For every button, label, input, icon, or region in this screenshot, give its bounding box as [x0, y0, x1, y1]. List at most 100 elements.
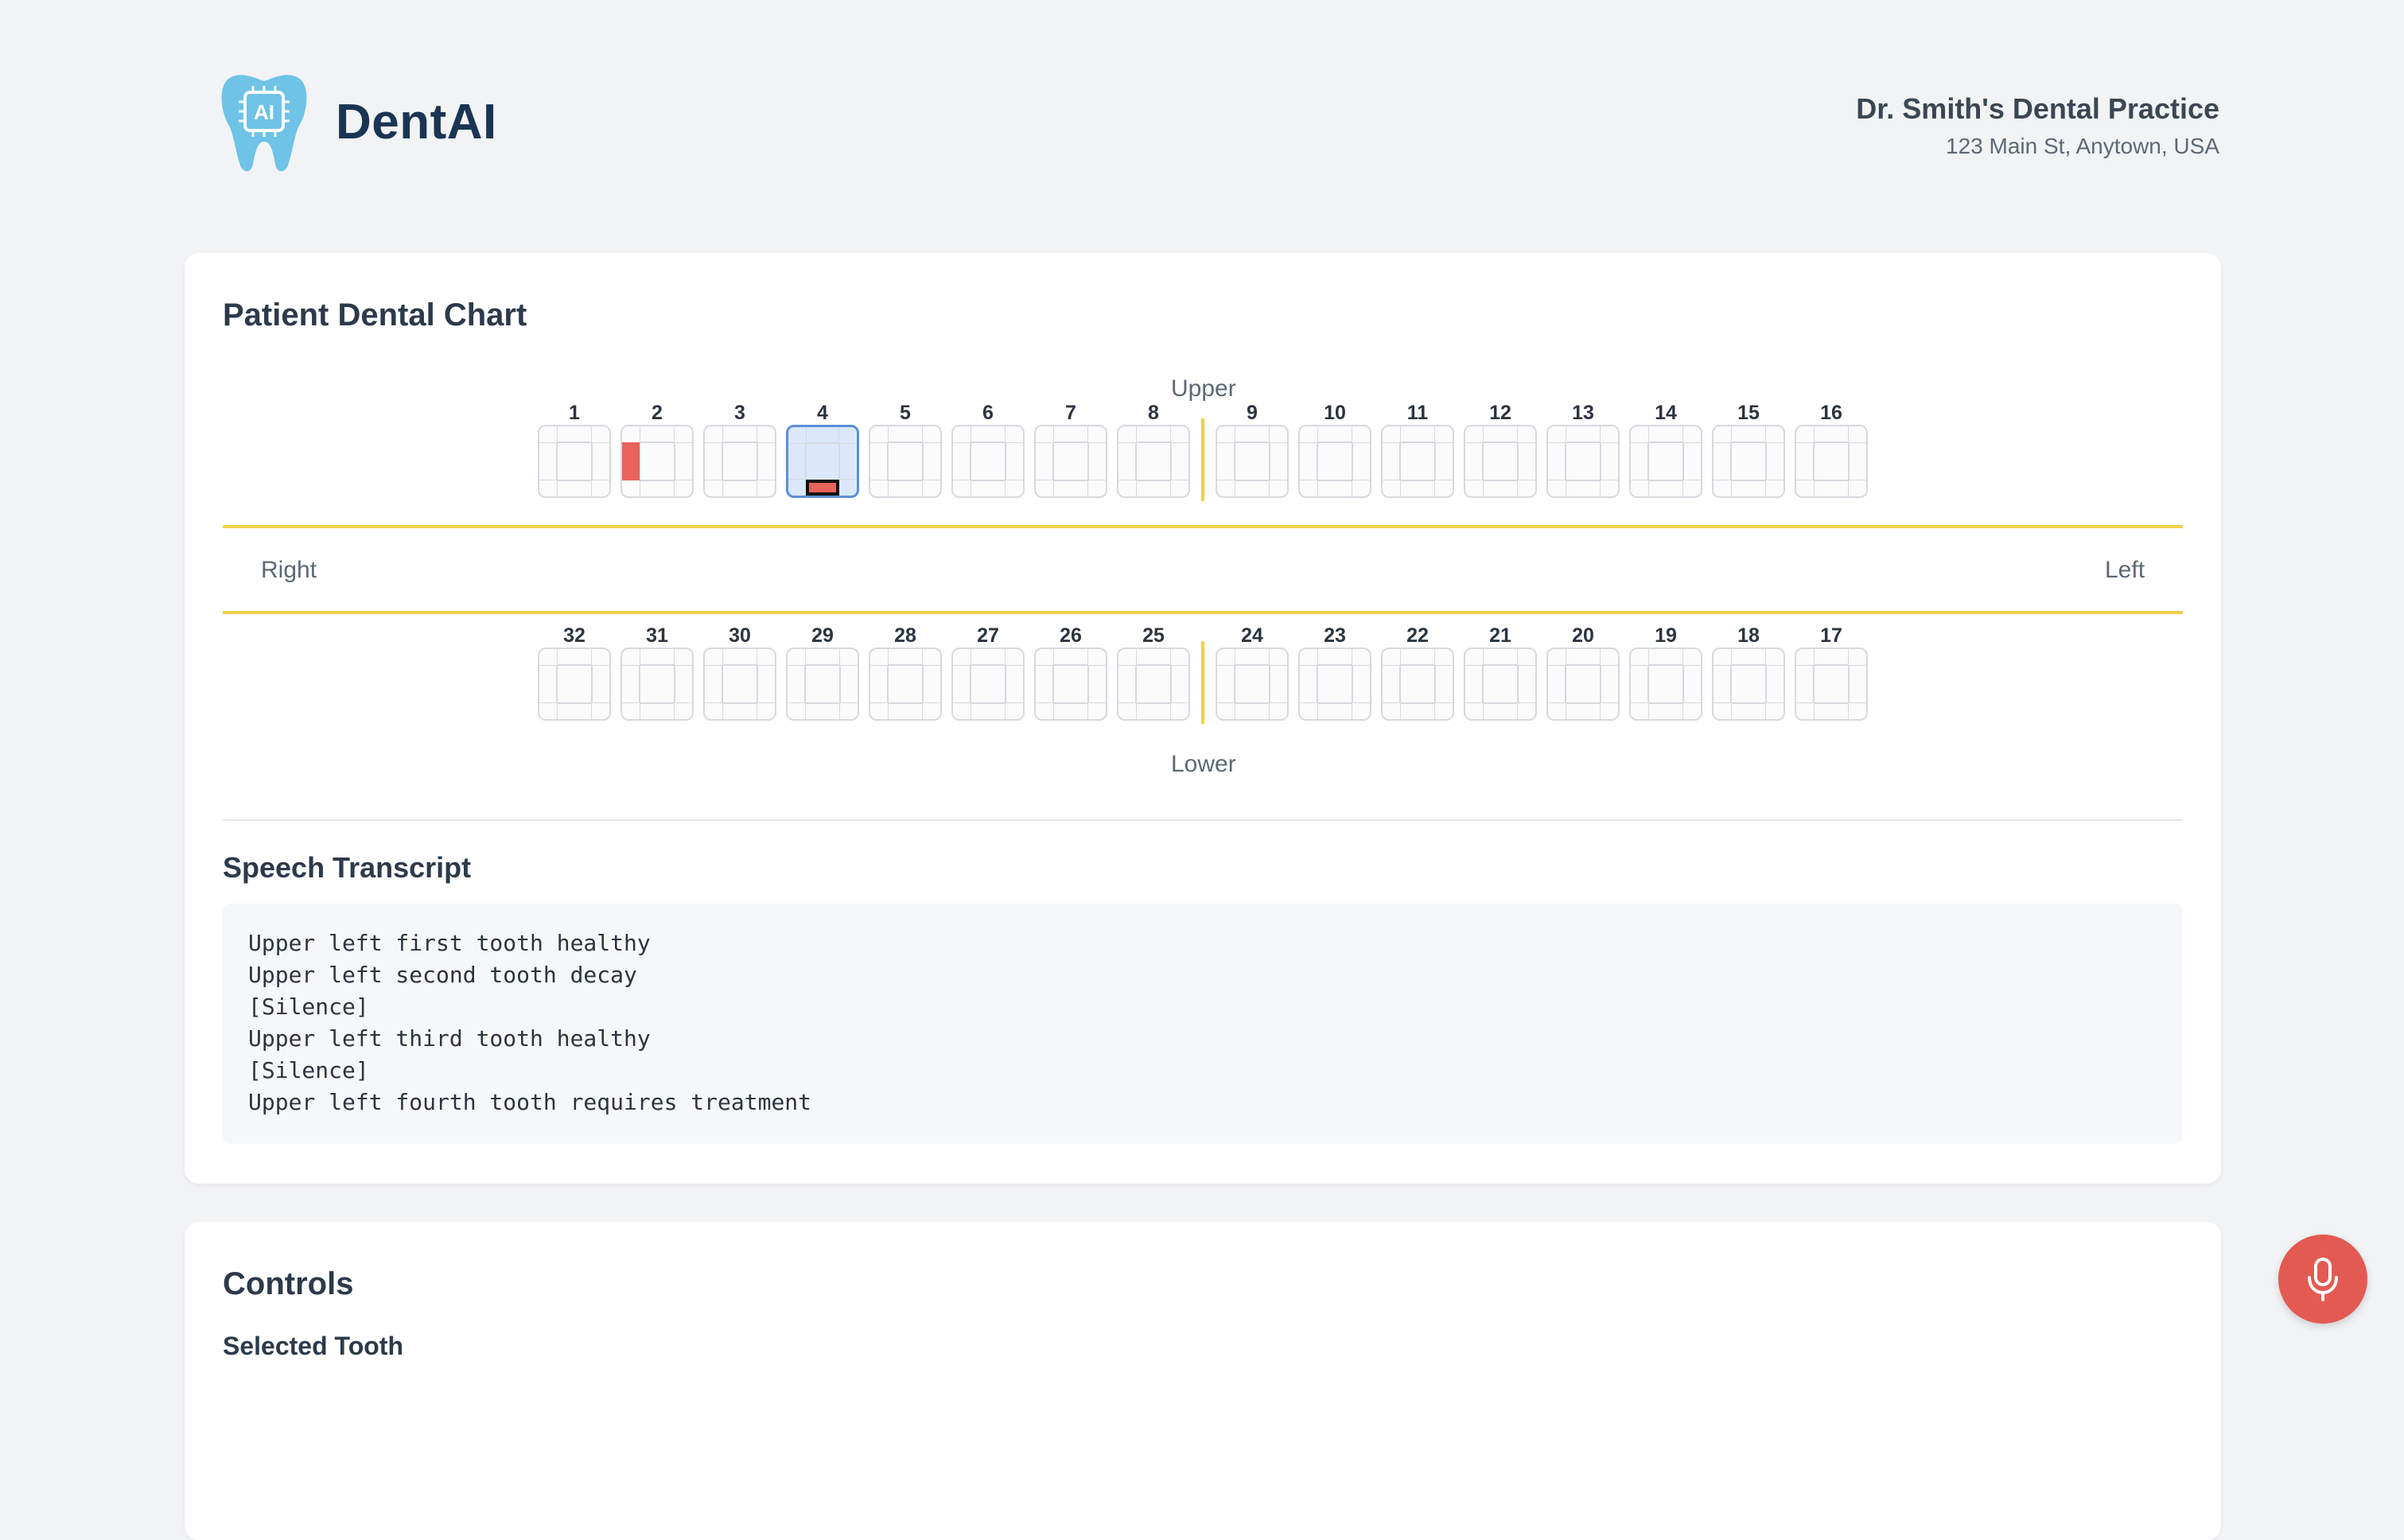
- tooth-14[interactable]: 14: [1629, 401, 1702, 498]
- surface-center[interactable]: [1814, 665, 1849, 703]
- surface-right[interactable]: [1518, 665, 1535, 703]
- surface-left[interactable]: [1796, 442, 1814, 480]
- surface-left[interactable]: [622, 665, 640, 703]
- surface-top[interactable]: [640, 649, 675, 665]
- surface-right[interactable]: [923, 442, 940, 480]
- surface-top[interactable]: [1566, 649, 1601, 665]
- tooth-surface-grid[interactable]: [951, 425, 1025, 498]
- tooth-surface-grid[interactable]: [1117, 425, 1190, 498]
- surface-top[interactable]: [971, 649, 1006, 665]
- surface-bottom[interactable]: [557, 480, 592, 496]
- surface-top[interactable]: [888, 649, 923, 665]
- surface-left[interactable]: [1118, 442, 1136, 480]
- surface-bottom[interactable]: [805, 703, 840, 719]
- tooth-21[interactable]: 21: [1464, 624, 1537, 721]
- surface-bottom[interactable]: [722, 703, 757, 719]
- surface-bottom[interactable]: [1317, 480, 1352, 496]
- tooth-23[interactable]: 23: [1298, 624, 1371, 721]
- surface-left[interactable]: [1383, 665, 1400, 703]
- surface-center[interactable]: [1317, 442, 1352, 480]
- surface-center[interactable]: [1400, 665, 1435, 703]
- tooth-surface-grid[interactable]: [1712, 425, 1785, 498]
- surface-left[interactable]: [870, 442, 888, 480]
- surface-bottom[interactable]: [1566, 703, 1601, 719]
- surface-right[interactable]: [1518, 442, 1535, 480]
- surface-center[interactable]: [888, 665, 923, 703]
- surface-right[interactable]: [923, 665, 940, 703]
- surface-right[interactable]: [757, 442, 775, 480]
- surface-bottom[interactable]: [640, 480, 675, 496]
- surface-left[interactable]: [1631, 442, 1648, 480]
- surface-center[interactable]: [1053, 442, 1088, 480]
- tooth-surface-grid[interactable]: [1216, 425, 1289, 498]
- surface-left[interactable]: [622, 442, 640, 480]
- surface-bottom[interactable]: [1317, 703, 1352, 719]
- tooth-surface-grid[interactable]: [620, 425, 694, 498]
- tooth-surface-grid[interactable]: [620, 648, 694, 721]
- tooth-11[interactable]: 11: [1381, 401, 1454, 498]
- surface-left[interactable]: [1548, 442, 1566, 480]
- tooth-surface-grid[interactable]: [786, 648, 859, 721]
- surface-left[interactable]: [539, 665, 557, 703]
- surface-center[interactable]: [1648, 442, 1683, 480]
- surface-bottom[interactable]: [1136, 480, 1171, 496]
- surface-center[interactable]: [888, 442, 923, 480]
- tooth-31[interactable]: 31: [620, 624, 694, 721]
- tooth-surface-grid[interactable]: [1381, 425, 1454, 498]
- tooth-surface-grid[interactable]: [1117, 648, 1190, 721]
- tooth-7[interactable]: 7: [1034, 401, 1107, 498]
- surface-right[interactable]: [1435, 442, 1453, 480]
- surface-right[interactable]: [1766, 442, 1784, 480]
- tooth-surface-grid[interactable]: [703, 648, 776, 721]
- surface-top[interactable]: [1317, 426, 1352, 442]
- surface-right[interactable]: [592, 442, 609, 480]
- surface-left[interactable]: [1465, 442, 1483, 480]
- surface-bottom[interactable]: [1483, 703, 1518, 719]
- surface-top[interactable]: [1483, 649, 1518, 665]
- surface-left[interactable]: [1548, 665, 1566, 703]
- surface-top[interactable]: [1317, 649, 1352, 665]
- surface-center[interactable]: [1814, 442, 1849, 480]
- surface-right[interactable]: [1006, 442, 1023, 480]
- tooth-2[interactable]: 2: [620, 401, 694, 498]
- surface-right[interactable]: [757, 665, 775, 703]
- tooth-surface-grid[interactable]: [1298, 425, 1371, 498]
- surface-center[interactable]: [557, 442, 592, 480]
- surface-left[interactable]: [1796, 665, 1814, 703]
- tooth-surface-grid[interactable]: [1795, 425, 1868, 498]
- tooth-8[interactable]: 8: [1117, 401, 1190, 498]
- surface-left[interactable]: [788, 665, 805, 703]
- surface-right[interactable]: [1088, 665, 1106, 703]
- surface-bottom[interactable]: [1731, 480, 1766, 496]
- surface-center[interactable]: [640, 665, 675, 703]
- tooth-26[interactable]: 26: [1034, 624, 1107, 721]
- surface-top[interactable]: [1400, 649, 1435, 665]
- surface-bottom[interactable]: [1235, 480, 1270, 496]
- tooth-surface-grid[interactable]: [869, 648, 942, 721]
- surface-right[interactable]: [1171, 665, 1188, 703]
- tooth-surface-grid[interactable]: [1381, 648, 1454, 721]
- surface-right[interactable]: [1849, 442, 1866, 480]
- surface-bottom[interactable]: [1483, 480, 1518, 496]
- surface-right[interactable]: [1171, 442, 1188, 480]
- tooth-surface-grid[interactable]: [1629, 648, 1702, 721]
- surface-bottom[interactable]: [888, 703, 923, 719]
- surface-left[interactable]: [1217, 442, 1235, 480]
- tooth-10[interactable]: 10: [1298, 401, 1371, 498]
- surface-right[interactable]: [1849, 665, 1866, 703]
- surface-right[interactable]: [675, 442, 692, 480]
- surface-left[interactable]: [953, 442, 971, 480]
- surface-top[interactable]: [1814, 426, 1849, 442]
- surface-left[interactable]: [1631, 665, 1648, 703]
- surface-left[interactable]: [1714, 665, 1731, 703]
- surface-right[interactable]: [592, 665, 609, 703]
- tooth-surface-grid[interactable]: [1216, 648, 1289, 721]
- surface-top[interactable]: [1648, 649, 1683, 665]
- tooth-1[interactable]: 1: [538, 401, 611, 498]
- surface-center[interactable]: [1400, 442, 1435, 480]
- tooth-17[interactable]: 17: [1795, 624, 1868, 721]
- surface-center[interactable]: [971, 442, 1006, 480]
- surface-center[interactable]: [1648, 665, 1683, 703]
- surface-left[interactable]: [1714, 442, 1731, 480]
- tooth-13[interactable]: 13: [1546, 401, 1620, 498]
